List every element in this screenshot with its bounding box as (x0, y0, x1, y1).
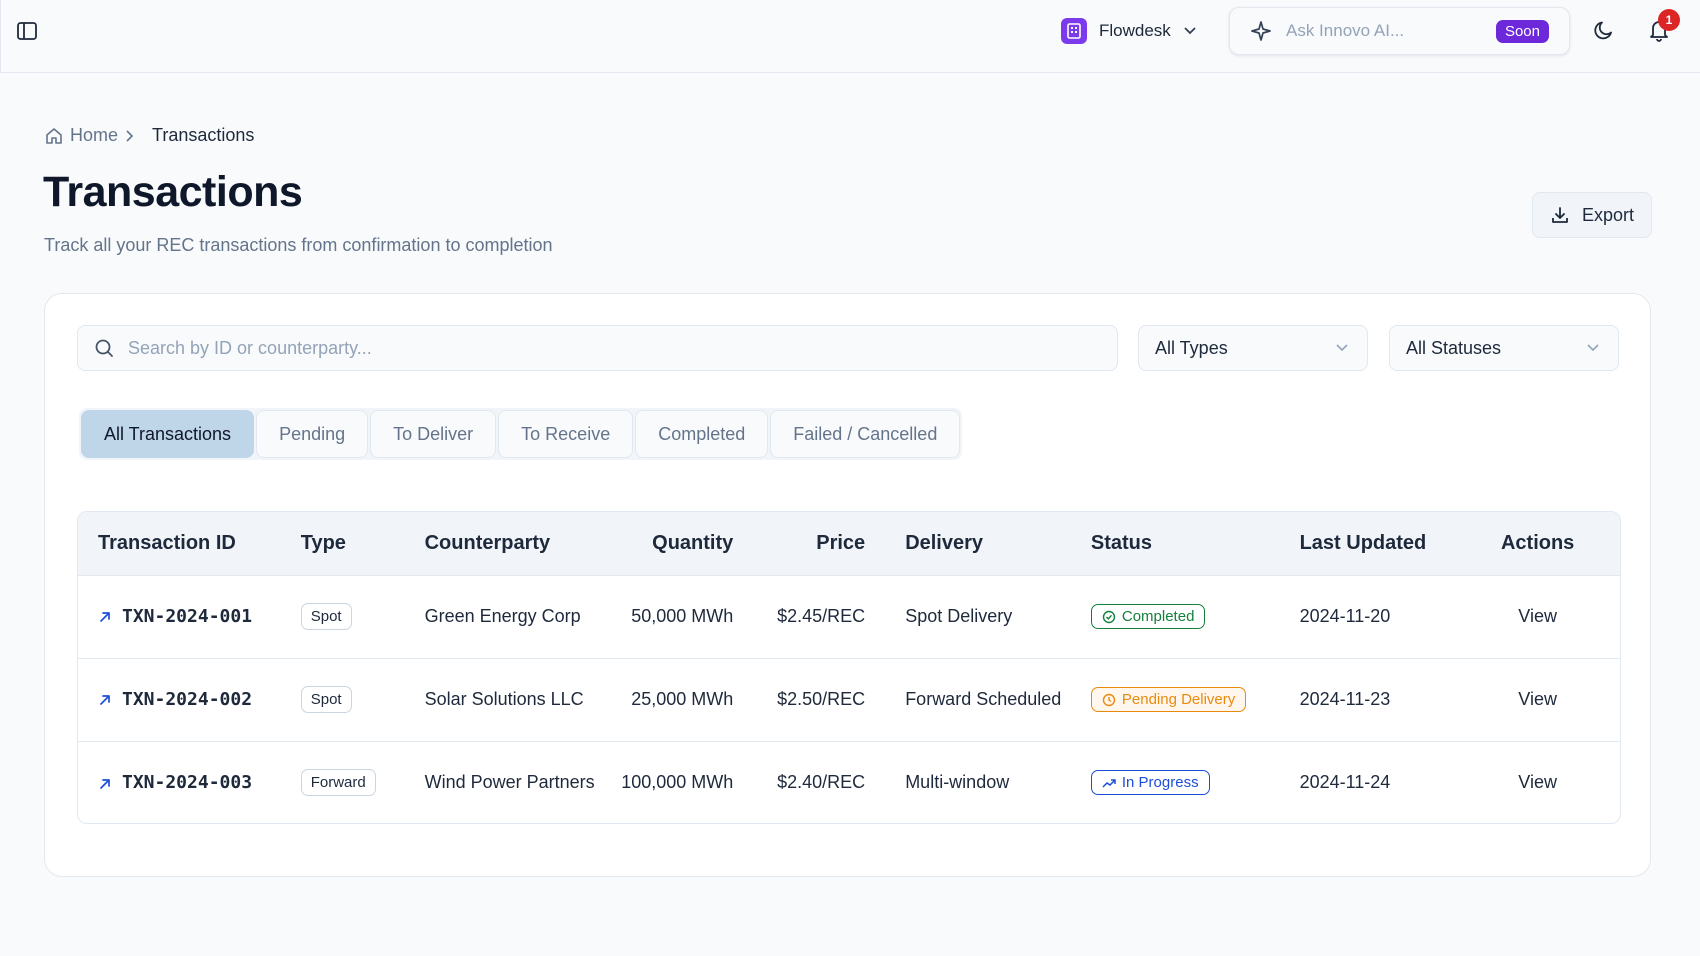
trending-up-icon (1102, 776, 1116, 790)
top-bar: Flowdesk Ask Innovo AI... Soon 1 (0, 0, 1700, 73)
delivery-cell: Forward Scheduled (905, 689, 1062, 709)
tab-pending[interactable]: Pending (256, 410, 369, 458)
tab-to-receive[interactable]: To Receive (498, 410, 634, 458)
type-badge: Spot (300, 686, 352, 713)
transaction-id[interactable]: TXN-2024-002 (122, 689, 252, 710)
counterparty-cell: Solar Solutions LLC (424, 689, 584, 709)
type-badge: Forward (300, 769, 376, 797)
arrow-up-right-icon (98, 777, 112, 791)
view-link[interactable]: View (1518, 772, 1557, 792)
page-subtitle: Track all your REC transactions from con… (44, 235, 553, 255)
counterparty-cell: Green Energy Corp (424, 606, 581, 626)
column-header-transaction-id[interactable]: Transaction ID (78, 512, 281, 575)
last-updated-cell: 2024-11-24 (1299, 772, 1391, 793)
building-icon (1061, 18, 1087, 44)
status-label: Pending Delivery (1121, 691, 1236, 708)
transaction-id[interactable]: TXN-2024-001 (122, 606, 252, 627)
org-switcher[interactable]: Flowdesk (1061, 16, 1197, 46)
status-filter-value: All Statuses (1406, 337, 1502, 358)
price-cell: $2.50/REC (777, 689, 866, 709)
ask-ai-input[interactable]: Ask Innovo AI... Soon (1229, 7, 1570, 55)
last-updated-cell: 2024-11-20 (1299, 606, 1391, 626)
tab-completed[interactable]: Completed (635, 410, 769, 458)
export-label: Export (1581, 204, 1635, 225)
table-row[interactable]: TXN-2024-003 Forward Wind Power Partners… (78, 741, 1620, 823)
column-header-price[interactable]: Price (733, 512, 865, 575)
check-circle-icon (1102, 610, 1116, 624)
transactions-table: Transaction ID Type Counterparty Quantit… (77, 511, 1621, 824)
column-header-type[interactable]: Type (281, 512, 405, 575)
clock-icon (1102, 693, 1116, 707)
counterparty-cell: Wind Power Partners (424, 772, 595, 793)
home-icon[interactable] (44, 126, 64, 146)
sidebar-toggle-icon[interactable] (16, 20, 38, 42)
chevron-right-icon (124, 129, 134, 143)
status-filter-select[interactable]: All Statuses (1389, 325, 1619, 371)
status-badge: Completed (1090, 604, 1206, 629)
breadcrumb-home[interactable]: Home (70, 125, 118, 146)
transaction-id[interactable]: TXN-2024-003 (122, 772, 252, 793)
breadcrumb-current: Transactions (152, 125, 255, 145)
arrow-up-right-icon (98, 693, 112, 707)
status-label: Completed (1121, 608, 1195, 625)
notification-count-badge: 1 (1658, 9, 1680, 31)
quantity-cell: 50,000 MWh (631, 606, 734, 626)
transaction-tabs: All Transactions Pending To Deliver To R… (79, 408, 963, 460)
search-input[interactable] (128, 337, 1101, 359)
column-header-delivery[interactable]: Delivery (865, 512, 1071, 575)
tab-all-transactions[interactable]: All Transactions (81, 410, 255, 458)
chevron-down-icon (1183, 26, 1197, 36)
price-cell: $2.45/REC (777, 606, 866, 626)
column-header-status[interactable]: Status (1071, 512, 1280, 575)
tab-failed-cancelled[interactable]: Failed / Cancelled (770, 410, 961, 458)
tab-to-deliver[interactable]: To Deliver (370, 410, 497, 458)
chevron-down-icon (1335, 343, 1349, 353)
status-badge: In Progress (1090, 770, 1210, 796)
moon-icon[interactable] (1593, 19, 1617, 43)
export-button[interactable]: Export (1532, 192, 1652, 238)
quantity-cell: 25,000 MWh (631, 689, 734, 709)
type-filter-value: All Types (1155, 337, 1228, 358)
status-label: In Progress (1121, 774, 1199, 792)
delivery-cell: Multi-window (905, 772, 1010, 793)
column-header-last-updated[interactable]: Last Updated (1280, 512, 1456, 575)
sparkle-icon (1250, 20, 1272, 42)
search-icon (94, 338, 114, 358)
last-updated-cell: 2024-11-23 (1299, 689, 1391, 709)
quantity-cell: 100,000 MWh (621, 772, 734, 793)
transactions-card: All Types All Statuses All Transactions … (44, 293, 1651, 877)
type-badge: Spot (300, 603, 352, 630)
arrow-up-right-icon (98, 610, 112, 624)
status-badge: Pending Delivery (1090, 687, 1247, 712)
column-header-actions: Actions (1500, 531, 1575, 554)
column-header-quantity[interactable]: Quantity (599, 512, 733, 575)
view-link[interactable]: View (1518, 689, 1557, 709)
download-icon (1550, 205, 1570, 225)
column-header-counterparty[interactable]: Counterparty (405, 512, 600, 575)
table-row[interactable]: TXN-2024-001 Spot Green Energy Corp 50,0… (78, 575, 1620, 658)
view-link[interactable]: View (1518, 606, 1557, 626)
chevron-down-icon (1586, 343, 1600, 353)
price-cell: $2.40/REC (777, 772, 866, 793)
table-header-row: Transaction ID Type Counterparty Quantit… (78, 512, 1620, 575)
delivery-cell: Spot Delivery (905, 606, 1013, 626)
org-name: Flowdesk (1099, 21, 1171, 40)
soon-badge: Soon (1495, 19, 1549, 43)
breadcrumb: Home Transactions (44, 125, 254, 146)
search-box (77, 325, 1118, 371)
ask-ai-placeholder: Ask Innovo AI... (1286, 21, 1405, 40)
page-title: Transactions (43, 168, 303, 216)
table-row[interactable]: TXN-2024-002 Spot Solar Solutions LLC 25… (78, 658, 1620, 741)
type-filter-select[interactable]: All Types (1138, 325, 1368, 371)
